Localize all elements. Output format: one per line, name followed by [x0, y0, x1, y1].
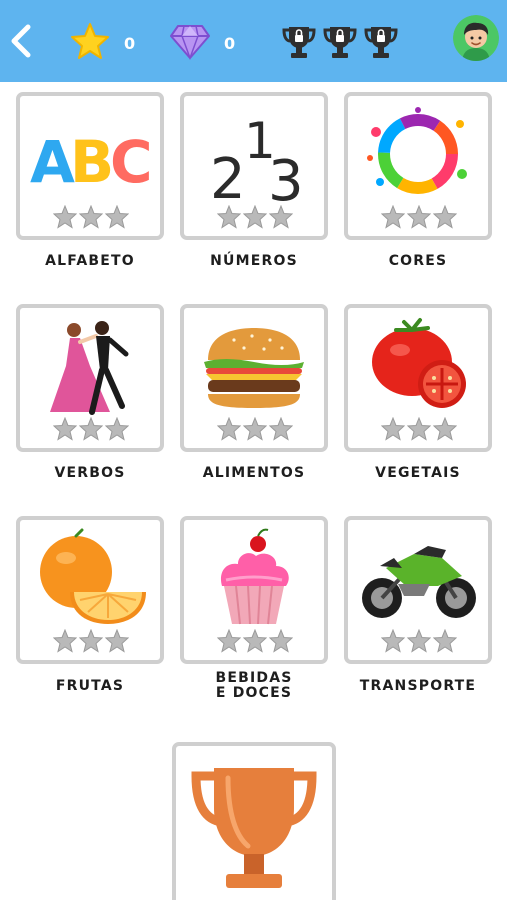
empty-star-icon: [79, 205, 103, 229]
category-label-line-2: E DOCES: [215, 685, 293, 701]
empty-star-icon: [269, 417, 293, 441]
star-rating: [53, 417, 129, 441]
gem-icon: [170, 25, 210, 60]
svg-text:3: 3: [268, 149, 304, 204]
empty-star-icon: [243, 629, 267, 653]
category-label: TRANSPORTE: [359, 678, 477, 694]
category-tile-verbos[interactable]: [16, 304, 164, 452]
locked-trophy-icon: [282, 27, 316, 58]
empty-star-icon: [407, 629, 431, 653]
star-rating: [217, 417, 293, 441]
profile-avatar-button[interactable]: [453, 15, 499, 61]
empty-star-icon: [433, 417, 457, 441]
top-bar: 0 0: [0, 0, 507, 82]
category-tile-numeros[interactable]: 2 1 3: [180, 92, 328, 240]
empty-star-icon: [217, 205, 241, 229]
star-rating: [217, 629, 293, 653]
category-label: ALFABETO: [45, 253, 135, 269]
empty-star-icon: [105, 417, 129, 441]
svg-text:C: C: [110, 128, 150, 196]
category-label: FRUTAS: [55, 678, 125, 694]
star-rating: [53, 205, 129, 229]
empty-star-icon: [407, 205, 431, 229]
tomato-icon: [372, 318, 466, 408]
empty-star-icon: [243, 417, 267, 441]
svg-text:B: B: [70, 128, 114, 196]
category-tile-frutas[interactable]: [16, 516, 164, 664]
empty-star-icon: [79, 417, 103, 441]
category-tile-alimentos[interactable]: [180, 304, 328, 452]
empty-star-icon: [217, 417, 241, 441]
star-count: 0: [124, 34, 136, 53]
empty-star-icon: [243, 205, 267, 229]
orange-icon: [40, 528, 146, 624]
boy-avatar-icon: [453, 15, 499, 61]
category-label-line-1: BEBIDAS: [215, 670, 293, 686]
category-label: VEGETAIS: [375, 465, 461, 481]
hamburger-icon: [204, 328, 304, 408]
empty-star-icon: [79, 629, 103, 653]
trophy-tile[interactable]: [172, 742, 336, 900]
empty-star-icon: [53, 629, 77, 653]
motorcycle-icon: [362, 546, 476, 618]
empty-star-icon: [105, 629, 129, 653]
empty-star-icon: [105, 205, 129, 229]
category-tile-alfabeto[interactable]: A B C: [16, 92, 164, 240]
category-tile-bebidas-e-doces[interactable]: [180, 516, 328, 664]
paint-splash-ring-icon: [367, 107, 467, 194]
category-label: ALIMENTOS: [202, 465, 306, 481]
empty-star-icon: [381, 629, 405, 653]
empty-star-icon: [407, 417, 431, 441]
category-tile-transporte[interactable]: [344, 516, 492, 664]
star-rating: [53, 629, 129, 653]
empty-star-icon: [381, 417, 405, 441]
star-rating: [381, 417, 457, 441]
cupcake-icon: [220, 528, 289, 625]
gem-count: 0: [224, 34, 236, 53]
empty-star-icon: [433, 205, 457, 229]
empty-star-icon: [381, 205, 405, 229]
locked-trophy-icon: [323, 27, 357, 58]
trophy-progress: [281, 23, 399, 61]
locked-trophy-icon: [364, 27, 398, 58]
star-rating: [381, 205, 457, 229]
empty-star-icon: [53, 417, 77, 441]
back-button[interactable]: [4, 20, 38, 62]
dancing-couple-icon: [50, 321, 129, 415]
empty-star-icon: [269, 629, 293, 653]
bronze-trophy-icon: [191, 768, 317, 888]
category-label: NÚMEROS: [210, 253, 298, 269]
empty-star-icon: [433, 629, 457, 653]
empty-star-icon: [217, 629, 241, 653]
chevron-left-icon: [11, 24, 31, 58]
empty-star-icon: [53, 205, 77, 229]
svg-text:2: 2: [210, 147, 246, 204]
category-label: CORES: [388, 253, 448, 269]
category-label: VERBOS: [54, 465, 126, 481]
star-icon: [71, 23, 109, 59]
numbers-213-icon: 2 1 3: [210, 112, 304, 204]
category-tile-cores[interactable]: [344, 92, 492, 240]
star-rating: [381, 629, 457, 653]
empty-star-icon: [269, 205, 293, 229]
abc-letters-icon: A B C: [30, 128, 150, 196]
star-rating: [217, 205, 293, 229]
category-tile-vegetais[interactable]: [344, 304, 492, 452]
svg-text:A: A: [30, 128, 75, 196]
